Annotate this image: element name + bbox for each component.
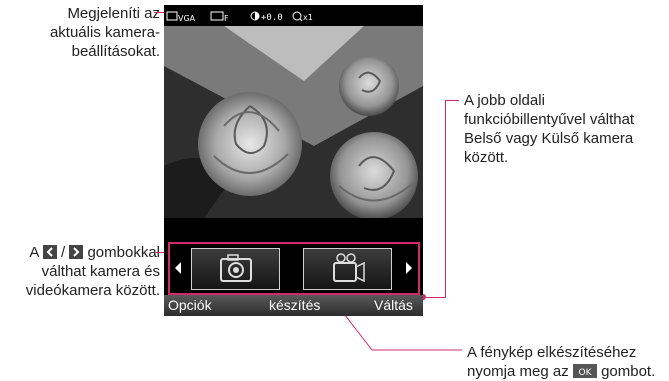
switch-leader-top: [445, 100, 459, 101]
mode-selector[interactable]: [168, 242, 420, 295]
resolution-icon: VGA: [166, 11, 196, 23]
resolution-label: VGA: [178, 14, 196, 23]
rose-preview-image: [164, 26, 423, 218]
options-softkey[interactable]: Opciók: [168, 297, 212, 313]
quality-indicator: F: [210, 10, 234, 24]
switch-annotation-line4: között.: [464, 149, 509, 166]
left-key-icon: [42, 245, 57, 259]
softkey-bar: Opciók készítés Váltás: [164, 295, 423, 316]
exposure-label: +0.0: [261, 13, 283, 23]
zoom-label: x1: [303, 13, 313, 22]
mode-annotation-line1: A / gombokkal: [29, 244, 160, 261]
switch-annotation-line2: funkcióbillentyűvel válthat: [464, 111, 635, 128]
camera-viewfinder[interactable]: [164, 26, 423, 218]
mode-annotation: A / gombokkal válthat kamera és videókam…: [0, 243, 160, 300]
quality-icon: F: [210, 11, 229, 23]
right-key-icon: [69, 245, 84, 259]
exposure-indicator: +0.0: [250, 10, 290, 24]
video-mode-button[interactable]: [303, 248, 392, 290]
resolution-indicator: VGA: [166, 10, 198, 24]
capture-annotation-line2: nyomja meg az OK gombot.: [467, 363, 656, 380]
ok-key-icon: OK: [572, 364, 597, 378]
capture-softkey[interactable]: készítés: [269, 297, 320, 313]
switch-annotation-line3: Belső vagy Külső kamera: [464, 130, 634, 147]
exposure-icon: +0.0: [250, 11, 283, 23]
switch-camera-annotation: A jobb oldali funkcióbillentyűvel váltha…: [464, 91, 669, 167]
camera-mode-button[interactable]: [191, 248, 280, 290]
mode-annotation-line2: válthat kamera és: [41, 263, 160, 280]
zoom-indicator: x1: [292, 10, 322, 24]
camera-screen: VGA F +0.0 x1 Opciók készítés Váltás: [164, 5, 423, 316]
settings-annotation-line2: aktuális kamera-: [49, 24, 160, 41]
settings-annotation: Megjeleníti az aktuális kamera- beállítá…: [0, 4, 160, 61]
video-camera-icon: [333, 253, 365, 283]
switch-annotation-line1: A jobb oldali: [464, 92, 545, 109]
settings-annotation-line3: beállításokat.: [71, 43, 160, 60]
mode-next-arrow[interactable]: [406, 262, 412, 274]
switch-leader-bottom: [423, 297, 446, 298]
mode-annotation-line3: videókamera között.: [25, 282, 160, 299]
switch-softkey[interactable]: Váltás: [374, 297, 413, 313]
camera-icon: [220, 254, 252, 282]
mode-prev-arrow[interactable]: [175, 262, 181, 274]
camera-settings-bar: VGA F +0.0 x1: [164, 5, 423, 26]
switch-leader-vertical: [445, 100, 446, 298]
quality-label: F: [224, 14, 229, 23]
settings-annotation-line1: Megjeleníti az: [67, 5, 160, 22]
spacer-band: [164, 218, 423, 242]
capture-annotation: A fénykép elkészítéséhez nyomja meg az O…: [467, 343, 669, 381]
ok-key-label: OK: [578, 368, 592, 378]
zoom-icon: x1: [292, 11, 313, 22]
capture-annotation-line1: A fénykép elkészítéséhez: [467, 344, 637, 361]
